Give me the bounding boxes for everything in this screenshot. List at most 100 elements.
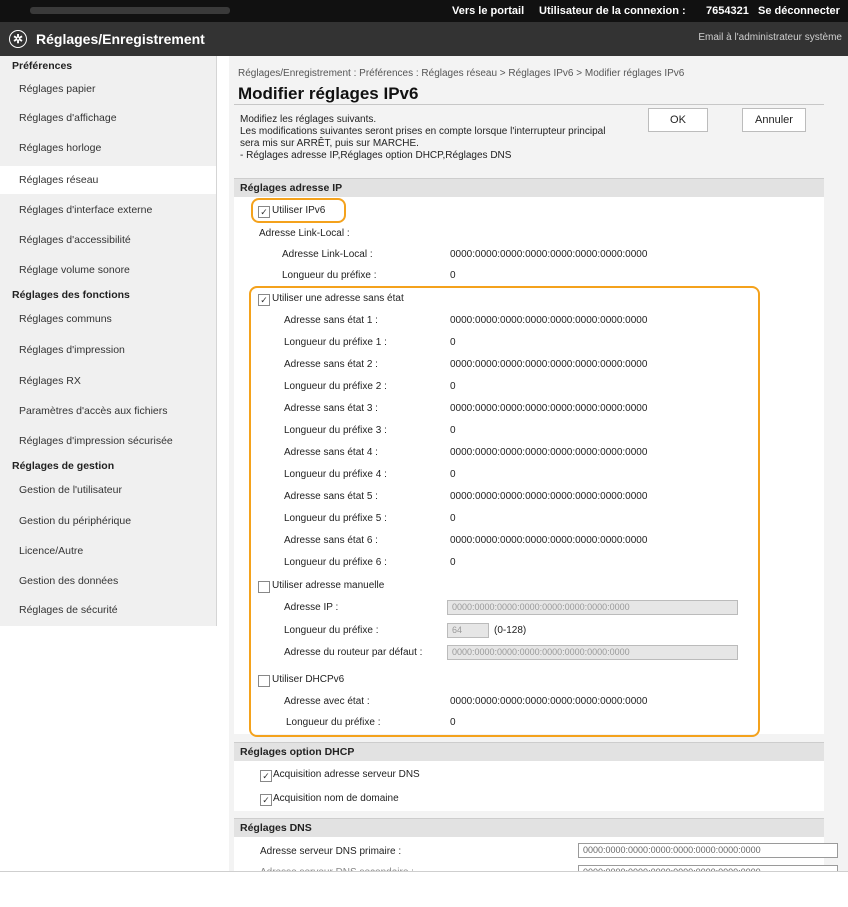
link-local-prefix-value: 0 — [450, 270, 456, 281]
sidebar-item-license[interactable]: Licence/Autre — [19, 545, 83, 557]
sidebar-item-security[interactable]: Réglages de sécurité — [19, 604, 118, 616]
section-dns: Réglages DNS — [234, 818, 824, 838]
stateless-addr-5-value: 0000:0000:0000:0000:0000:0000:0000:0000 — [450, 491, 648, 502]
stateful-addr-value: 0000:0000:0000:0000:0000:0000:0000:0000 — [450, 696, 648, 707]
stateless-prefix-1-label: Longueur du préfixe 1 : — [284, 337, 387, 348]
section-dhcp-title: Réglages option DHCP — [240, 746, 355, 758]
stateless-prefix-5-label: Longueur du préfixe 5 : — [284, 513, 387, 524]
app-title: Réglages/Enregistrement — [36, 31, 205, 47]
dhcpv6-checkbox[interactable] — [258, 675, 270, 687]
manual-prefix-label: Longueur du préfixe : — [284, 625, 379, 636]
sidebar-item-display[interactable]: Réglages d'affichage — [19, 112, 117, 124]
logout-link[interactable]: Se déconnecter — [758, 5, 840, 17]
section-dns-title: Réglages DNS — [240, 822, 312, 834]
stateless-prefix-3-value: 0 — [450, 425, 456, 436]
manual-ip-label: Adresse IP : — [284, 602, 339, 613]
sidebar-heading-functions: Réglages des fonctions — [12, 289, 130, 301]
sidebar-item-clock[interactable]: Réglages horloge — [19, 142, 101, 154]
stateless-addr-4-label: Adresse sans état 4 : — [284, 447, 378, 458]
stateless-prefix-1-value: 0 — [450, 337, 456, 348]
dhcpv6-label: Utiliser DHCPv6 — [272, 674, 345, 685]
section-dhcp-option: Réglages option DHCP — [234, 742, 824, 762]
sidebar-item-rx[interactable]: Réglages RX — [19, 375, 81, 387]
app-header: ✲ Réglages/Enregistrement Email à l'admi… — [0, 22, 848, 56]
domain-name-acq-checkbox[interactable]: ✓ — [260, 794, 272, 806]
stateless-addr-6-label: Adresse sans état 6 : — [284, 535, 378, 546]
stateless-addr-3-label: Adresse sans état 3 : — [284, 403, 378, 414]
stateful-prefix-label: Longueur du préfixe : — [286, 717, 381, 728]
sidebar-item-external-interface[interactable]: Réglages d'interface externe — [19, 204, 152, 216]
manual-prefix-range: (0-128) — [494, 625, 527, 636]
top-bar: Vers le portail Utilisateur de la connex… — [0, 0, 848, 22]
sidebar-item-accessibility[interactable]: Réglages d'accessibilité — [19, 234, 131, 246]
stateless-prefix-6-value: 0 — [450, 557, 456, 568]
manual-address-label: Utiliser adresse manuelle — [272, 580, 385, 591]
stateless-checkbox[interactable]: ✓ — [258, 294, 270, 306]
stateless-addr-1-label: Adresse sans état 1 : — [284, 315, 378, 326]
stateful-addr-label: Adresse avec état : — [284, 696, 370, 707]
stateless-prefix-6-label: Longueur du préfixe 6 : — [284, 557, 387, 568]
section-ip-title: Réglages adresse IP — [240, 182, 343, 194]
sidebar-item-volume[interactable]: Réglage volume sonore — [19, 264, 130, 276]
description-line-4: - Réglages adresse IP,Réglages option DH… — [240, 150, 512, 161]
dns-server-acq-label: Acquisition adresse serveur DNS — [273, 769, 420, 780]
sidebar-heading-preferences: Préférences — [12, 60, 73, 72]
description-line-2: Les modifications suivantes seront prise… — [240, 126, 606, 137]
sidebar-item-secure-print[interactable]: Réglages d'impression sécurisée — [19, 435, 173, 447]
cancel-button[interactable]: Annuler — [742, 108, 806, 132]
title-divider — [234, 104, 824, 105]
page-title: Modifier réglages IPv6 — [238, 84, 419, 103]
link-local-heading: Adresse Link-Local : — [259, 228, 350, 239]
description-line-3: sera mis sur ARRÊT, puis sur MARCHE. — [240, 138, 419, 149]
link-local-prefix-label: Longueur du préfixe : — [282, 270, 377, 281]
sidebar-item-file-access[interactable]: Paramètres d'accès aux fichiers — [19, 405, 167, 417]
stateless-prefix-5-value: 0 — [450, 513, 456, 524]
stateless-label: Utiliser une adresse sans état — [272, 293, 404, 304]
stateless-addr-2-value: 0000:0000:0000:0000:0000:0000:0000:0000 — [450, 359, 648, 370]
sidebar-heading-management: Réglages de gestion — [12, 460, 115, 472]
sidebar-item-print[interactable]: Réglages d'impression — [19, 344, 125, 356]
stateless-addr-2-label: Adresse sans état 2 : — [284, 359, 378, 370]
sidebar-item-common[interactable]: Réglages communs — [19, 313, 112, 325]
stateless-prefix-3-label: Longueur du préfixe 3 : — [284, 425, 387, 436]
stateless-addr-6-value: 0000:0000:0000:0000:0000:0000:0000:0000 — [450, 535, 648, 546]
sidebar-item-paper[interactable]: Réglages papier — [19, 83, 95, 95]
sidebar: Préférences Réglages papier Réglages d'a… — [0, 56, 217, 626]
manual-ip-input[interactable]: 0000:0000:0000:0000:0000:0000:0000:0000 — [447, 600, 738, 615]
highlight-address-options — [249, 286, 760, 737]
manual-router-input[interactable]: 0000:0000:0000:0000:0000:0000:0000:0000 — [447, 645, 738, 660]
settings-gear-icon: ✲ — [9, 30, 27, 48]
highlight-use-ipv6 — [251, 198, 346, 223]
portal-link[interactable]: Vers le portail — [452, 5, 524, 17]
stateless-prefix-4-label: Longueur du préfixe 4 : — [284, 469, 387, 480]
description-line-1: Modifiez les réglages suivants. — [240, 114, 377, 125]
stateless-addr-1-value: 0000:0000:0000:0000:0000:0000:0000:0000 — [450, 315, 648, 326]
ok-button[interactable]: OK — [648, 108, 708, 132]
page-bottom-area — [0, 871, 848, 907]
admin-email-link[interactable]: Email à l'administrateur système — [698, 32, 842, 43]
link-local-value: 0000:0000:0000:0000:0000:0000:0000:0000 — [450, 249, 648, 260]
dns-primary-label: Adresse serveur DNS primaire : — [260, 846, 402, 857]
stateless-addr-5-label: Adresse sans état 5 : — [284, 491, 378, 502]
manual-address-checkbox[interactable] — [258, 581, 270, 593]
stateless-addr-4-value: 0000:0000:0000:0000:0000:0000:0000:0000 — [450, 447, 648, 458]
domain-name-acq-label: Acquisition nom de domaine — [273, 793, 399, 804]
link-local-label: Adresse Link-Local : — [282, 249, 373, 260]
dns-server-acq-checkbox[interactable]: ✓ — [260, 770, 272, 782]
sidebar-item-network[interactable]: Réglages réseau — [19, 174, 98, 186]
manual-router-label: Adresse du routeur par défaut : — [284, 647, 423, 658]
stateful-prefix-value: 0 — [450, 717, 456, 728]
stateless-prefix-4-value: 0 — [450, 469, 456, 480]
section-ip-settings: Réglages adresse IP — [234, 178, 824, 198]
manual-prefix-input[interactable]: 64 — [447, 623, 489, 638]
sidebar-item-data-mgmt[interactable]: Gestion des données — [19, 575, 118, 587]
login-user-id: 7654321 — [706, 5, 749, 17]
dns-primary-input[interactable]: 0000:0000:0000:0000:0000:0000:0000:0000 — [578, 843, 838, 858]
sidebar-item-device-mgmt[interactable]: Gestion du périphérique — [19, 515, 131, 527]
stateless-addr-3-value: 0000:0000:0000:0000:0000:0000:0000:0000 — [450, 403, 648, 414]
sidebar-item-user-mgmt[interactable]: Gestion de l'utilisateur — [19, 484, 122, 496]
blurred-product-name — [30, 7, 230, 14]
breadcrumb: Réglages/Enregistrement : Préférences : … — [238, 68, 685, 79]
stateless-prefix-2-value: 0 — [450, 381, 456, 392]
login-user-label: Utilisateur de la connexion : — [539, 5, 686, 17]
